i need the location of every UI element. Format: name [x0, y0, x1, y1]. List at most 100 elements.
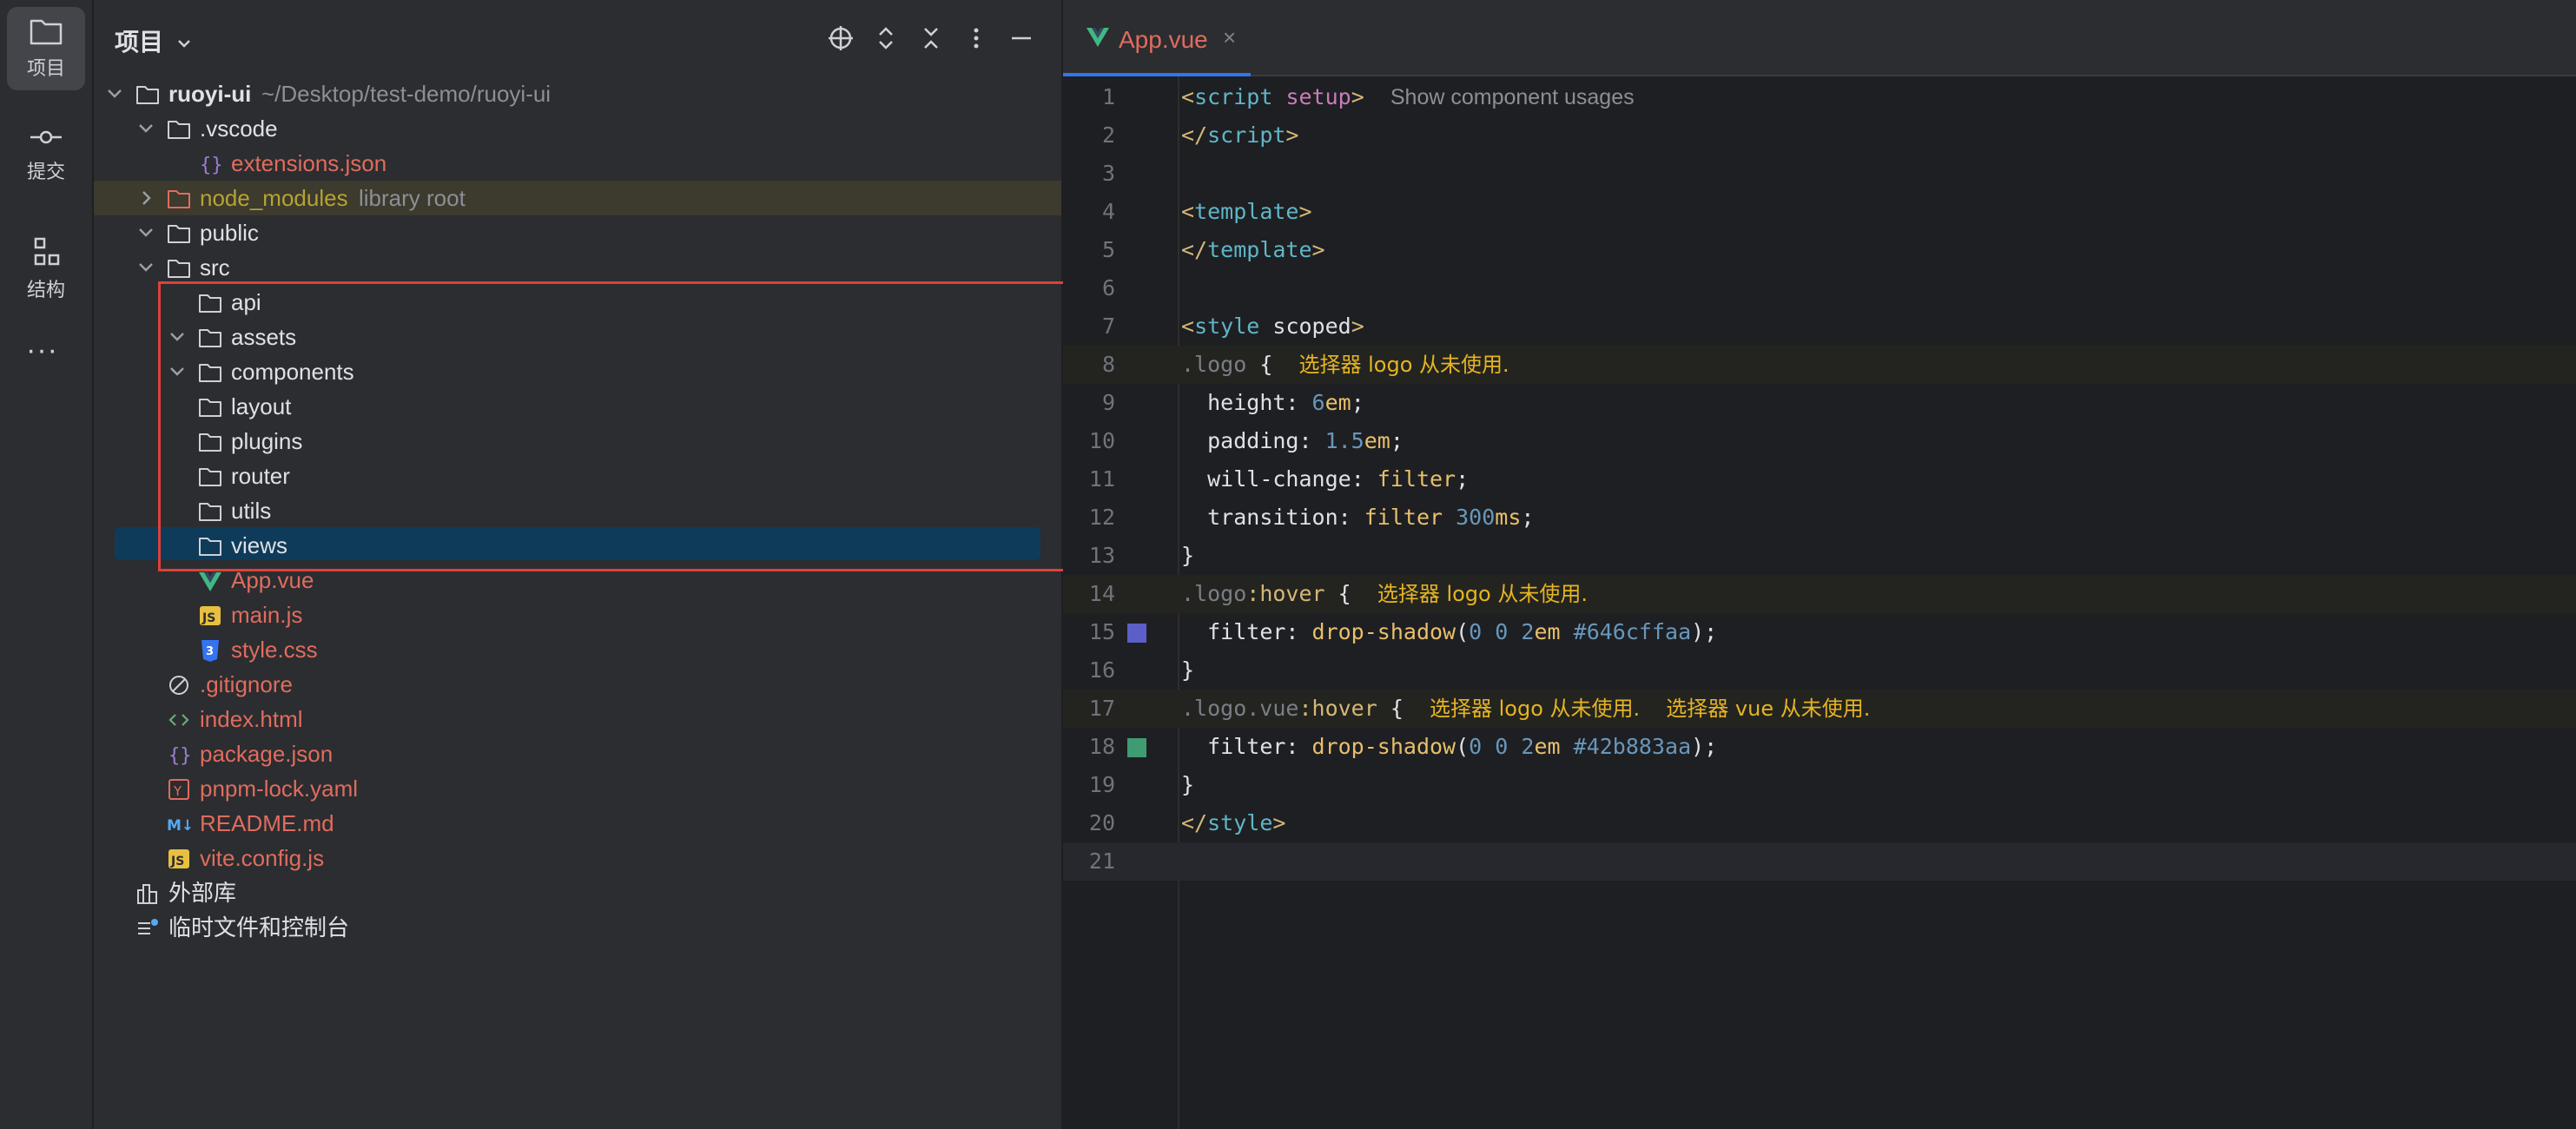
- activity-project-label: 项目: [26, 57, 65, 79]
- line-number: 20: [1088, 810, 1115, 835]
- code-line[interactable]: 3: [1063, 155, 2576, 193]
- color-swatch-icon[interactable]: [1127, 624, 1146, 643]
- line-number: 17: [1088, 696, 1115, 721]
- tree-item[interactable]: JS main.js: [94, 598, 1063, 632]
- unused-selector-warning: 选择器 logo 从未使用.: [1430, 697, 1641, 721]
- chevron-down-icon[interactable]: [134, 215, 158, 250]
- line-number: 9: [1101, 390, 1115, 415]
- tree-item[interactable]: ruoyi-ui ~/Desktop/test-demo/ruoyi-ui: [94, 76, 1063, 111]
- code-line[interactable]: 21: [1063, 842, 2576, 881]
- component-usages-hint[interactable]: Show component usages: [1390, 85, 1635, 109]
- tree-item-label: ruoyi-ui: [168, 81, 252, 107]
- code-line[interactable]: 17 .logo.vue:hover { 选择器 logo 从未使用. 选择器 v…: [1063, 690, 2576, 728]
- tree-item[interactable]: Ypnpm-lock.yaml: [94, 771, 1063, 806]
- activity-structure-button[interactable]: 结构: [7, 228, 85, 311]
- code-line[interactable]: 7 <style scoped>: [1063, 307, 2576, 346]
- code-text: padding: 1.5em;: [1207, 428, 1404, 453]
- code-text: <template>: [1181, 199, 1312, 224]
- project-panel: 项目 ruoyi-ui ~/Desktop/test-demo/ruoyi-ui.…: [94, 0, 1073, 1129]
- locate-icon[interactable]: [827, 24, 855, 52]
- code-line[interactable]: 11 will-change: filter;: [1063, 460, 2576, 498]
- code-line[interactable]: 12 transition: filter 300ms;: [1063, 498, 2576, 537]
- code-line[interactable]: 9 height: 6em;: [1063, 384, 2576, 422]
- line-number: 13: [1088, 543, 1115, 568]
- tree-item-label: vite.config.js: [200, 845, 325, 871]
- expand-all-icon[interactable]: [872, 24, 900, 52]
- chevron-down-icon[interactable]: [134, 111, 158, 146]
- code-line[interactable]: 5 </template>: [1063, 231, 2576, 269]
- tree-item-label: main.js: [231, 602, 303, 628]
- code-text: </template>: [1181, 237, 1325, 262]
- close-icon[interactable]: ×: [1223, 24, 1236, 51]
- tree-item[interactable]: .vscode: [94, 111, 1063, 146]
- structure-icon: [34, 237, 60, 266]
- tree-item[interactable]: {} extensions.json: [94, 146, 1063, 181]
- code-text: .logo { 选择器 logo 从未使用.: [1181, 352, 1509, 377]
- code-line[interactable]: 15 filter: drop-shadow(0 0 2em #646cffaa…: [1063, 613, 2576, 651]
- editor-area: App.vue × 1 <script setup> Show component…: [1063, 0, 2576, 1129]
- code-text: transition: filter 300ms;: [1207, 505, 1535, 530]
- line-number: 10: [1088, 428, 1115, 453]
- chevron-right-icon[interactable]: [134, 181, 158, 215]
- activity-structure-label: 结构: [26, 279, 65, 300]
- scratches-icon: [135, 915, 160, 940]
- tree-item[interactable]: {} package.json: [94, 736, 1063, 771]
- project-title: 项目: [115, 29, 164, 56]
- tree-item-hint: ~/Desktop/test-demo/ruoyi-ui: [261, 81, 552, 107]
- chevron-down-icon[interactable]: [134, 250, 158, 285]
- activity-project-button[interactable]: 项目: [7, 7, 85, 90]
- more-icon[interactable]: ···: [26, 333, 58, 367]
- line-number: 18: [1088, 734, 1115, 759]
- activity-commit-button[interactable]: 提交: [7, 113, 85, 196]
- minimize-icon[interactable]: [1007, 24, 1035, 52]
- options-icon[interactable]: [962, 24, 990, 52]
- js-file-icon: JS: [167, 846, 191, 870]
- tree-item[interactable]: node_modules library root: [94, 181, 1063, 215]
- project-view-selector[interactable]: 项目: [115, 23, 193, 58]
- code-text: filter: drop-shadow(0 0 2em #42b883aa);: [1207, 734, 1718, 759]
- tab-app-vue[interactable]: App.vue ×: [1063, 0, 1251, 76]
- tree-item[interactable]: 临时文件和控制台: [94, 910, 1063, 945]
- tree-item[interactable]: JS vite.config.js: [94, 841, 1063, 875]
- color-swatch-icon[interactable]: [1127, 738, 1146, 757]
- tree-item[interactable]: 外部库: [94, 875, 1063, 910]
- tree-item-label: public: [200, 220, 259, 246]
- tree-item[interactable]: 3 style.css: [94, 632, 1063, 667]
- tree-item-label: index.html: [200, 706, 303, 732]
- collapse-all-icon[interactable]: [917, 24, 945, 52]
- code-line[interactable]: 6: [1063, 269, 2576, 307]
- code-line[interactable]: 4 <template>: [1063, 193, 2576, 231]
- tree-item[interactable]: index.html: [94, 702, 1063, 736]
- code-text: }: [1181, 772, 1195, 797]
- line-number: 1: [1101, 84, 1115, 109]
- line-number: 7: [1101, 314, 1115, 339]
- code-line[interactable]: 1 <script setup> Show component usages: [1063, 78, 2576, 116]
- code-text: }: [1181, 543, 1195, 568]
- tree-item[interactable]: M↓ README.md: [94, 806, 1063, 841]
- code-line[interactable]: 14 .logo:hover { 选择器 logo 从未使用.: [1063, 575, 2576, 613]
- css-file-icon: 3: [198, 637, 222, 662]
- annotation-frame: [158, 281, 1073, 571]
- chevron-down-icon[interactable]: [102, 76, 127, 111]
- code-line[interactable]: 8 .logo { 选择器 logo 从未使用.: [1063, 346, 2576, 384]
- code-line[interactable]: 20 </style>: [1063, 804, 2576, 842]
- line-number: 6: [1101, 275, 1115, 300]
- tree-item-label: pnpm-lock.yaml: [200, 776, 359, 802]
- tree-item-label: package.json: [200, 741, 334, 767]
- tree-item[interactable]: .gitignore: [94, 667, 1063, 702]
- code-line[interactable]: 16}: [1063, 651, 2576, 690]
- code-line[interactable]: 2 </script>: [1063, 116, 2576, 155]
- vue-file-icon: [1087, 28, 1109, 47]
- code-line[interactable]: 19}: [1063, 766, 2576, 804]
- code-line[interactable]: 13}: [1063, 537, 2576, 575]
- tree-item[interactable]: src: [94, 250, 1063, 285]
- line-number: 15: [1088, 619, 1115, 644]
- tree-item-label: node_modules: [200, 185, 348, 211]
- tree-item-label: README.md: [200, 810, 334, 836]
- code-line[interactable]: 18 filter: drop-shadow(0 0 2em #42b883aa…: [1063, 728, 2576, 766]
- library-icon: [135, 881, 160, 905]
- code-line[interactable]: 10 padding: 1.5em;: [1063, 422, 2576, 460]
- line-number: 8: [1101, 352, 1115, 377]
- project-panel-header: 项目: [94, 0, 1063, 78]
- tree-item[interactable]: public: [94, 215, 1063, 250]
